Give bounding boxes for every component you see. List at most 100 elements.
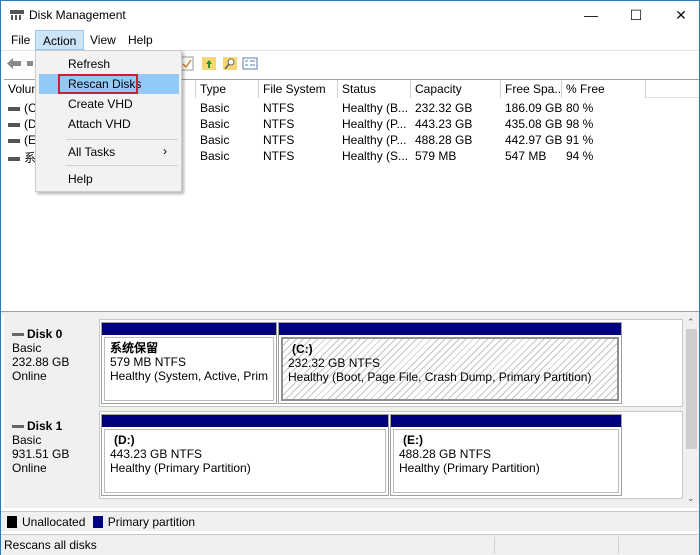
list-view-icon[interactable]	[242, 56, 258, 71]
type-cell: Basic	[200, 117, 230, 131]
partition-body: (D:) 443.23 GB NTFS Healthy (Primary Par…	[104, 429, 386, 493]
annotation-highlight-box	[58, 74, 138, 94]
disk-management-app-icon	[10, 10, 24, 20]
menu-item-create-vhd[interactable]: Create VHD	[39, 94, 179, 114]
partition-size: 443.23 GB NTFS	[110, 447, 203, 461]
legend-label: Primary partition	[107, 515, 196, 529]
partition-e[interactable]: (E:) 488.28 GB NTFS Healthy (Primary Par…	[390, 414, 622, 496]
menu-item-label: All Tasks	[68, 145, 116, 159]
partition-c[interactable]: (C:) 232.32 GB NTFS Healthy (Boot, Page …	[278, 322, 622, 404]
disk-1-info[interactable]: Disk 1 Basic 931.51 GB Online	[6, 411, 98, 497]
disk-graphical-view: Disk 0 Basic 232.88 GB Online 系统保留 579 M…	[4, 315, 684, 508]
disk-view-scrollbar[interactable]: ⌃ ⌄	[684, 315, 699, 508]
type-cell: Basic	[200, 133, 230, 147]
percent-free-cell: 98 %	[566, 117, 594, 131]
status-cell: Healthy (P...	[342, 117, 407, 131]
disk-0-info[interactable]: Disk 0 Basic 232.88 GB Online	[6, 319, 98, 405]
menu-bar: File Action View Help	[1, 29, 699, 50]
disk-name: Disk 1	[27, 419, 63, 433]
status-divider	[618, 537, 619, 554]
title-bar: Disk Management — ☐ ✕	[1, 1, 699, 29]
up-folder-icon[interactable]	[201, 56, 217, 71]
disk-management-window: Disk Management — ☐ ✕ File Action View H…	[0, 0, 700, 555]
fs-cell: NTFS	[263, 101, 295, 115]
action-menu-dropdown: Refresh Rescan Disks Create VHD Attach V…	[35, 50, 182, 192]
partition-name: (C:)	[292, 342, 313, 356]
menu-item-help[interactable]: Help	[39, 169, 179, 189]
menu-item-refresh[interactable]: Refresh	[39, 54, 179, 74]
scroll-up-icon[interactable]: ⌃	[687, 317, 695, 328]
volume-icon	[8, 106, 20, 111]
capacity-cell: 579 MB	[415, 149, 457, 163]
partition-body-selected: (C:) 232.32 GB NTFS Healthy (Boot, Page …	[281, 337, 619, 401]
partition-size: 579 MB NTFS	[110, 355, 187, 369]
maximize-icon: ☐	[629, 6, 643, 23]
scroll-down-icon[interactable]: ⌄	[687, 493, 695, 504]
primary-partition-bar	[391, 415, 621, 427]
partition-name: (D:)	[114, 433, 135, 447]
column-header-capacity[interactable]: Capacity	[411, 80, 501, 98]
legend-bar: Unallocated Primary partition	[1, 511, 699, 531]
fs-cell: NTFS	[263, 117, 295, 131]
partition-system-reserved[interactable]: 系统保留 579 MB NTFS Healthy (System, Active…	[101, 322, 277, 404]
capacity-cell: 232.32 GB	[415, 101, 473, 115]
menu-item-attach-vhd[interactable]: Attach VHD	[39, 114, 179, 134]
capacity-cell: 488.28 GB	[415, 133, 473, 147]
submenu-arrow-icon: ›	[163, 144, 167, 158]
type-cell: Basic	[200, 101, 230, 115]
status-bar: Rescans all disks	[1, 534, 699, 555]
menu-separator	[66, 165, 178, 166]
minimize-button[interactable]: —	[568, 1, 614, 29]
disk-type: Basic	[12, 341, 42, 355]
partition-d[interactable]: (D:) 443.23 GB NTFS Healthy (Primary Par…	[101, 414, 389, 496]
maximize-button[interactable]: ☐	[613, 1, 659, 29]
menu-item-all-tasks[interactable]: All Tasks ›	[39, 142, 179, 162]
status-cell: Healthy (P...	[342, 133, 407, 147]
primary-partition-bar	[102, 323, 276, 335]
free-space-cell: 186.09 GB	[505, 101, 562, 115]
menu-file[interactable]: File	[4, 30, 37, 50]
partition-name: 系统保留	[110, 341, 159, 355]
percent-free-cell: 94 %	[566, 149, 594, 163]
menu-help[interactable]: Help	[121, 30, 160, 50]
primary-partition-swatch	[92, 516, 103, 528]
menu-item-rescan-disks[interactable]: Rescan Disks	[39, 74, 179, 94]
menu-view[interactable]: View	[83, 30, 123, 50]
minimize-icon: —	[584, 7, 598, 23]
volume-icon	[8, 122, 20, 127]
status-cell: Healthy (B...	[342, 101, 409, 115]
close-button[interactable]: ✕	[658, 1, 700, 29]
partition-status: Healthy (System, Active, Primary	[110, 369, 268, 383]
volume-icon	[8, 138, 20, 143]
column-header-free-space[interactable]: Free Spa...	[501, 80, 562, 98]
status-text: Rescans all disks	[4, 538, 97, 552]
capacity-cell: 443.23 GB	[415, 117, 473, 131]
legend-item-primary: Primary partition	[92, 515, 196, 529]
search-folder-icon[interactable]	[222, 56, 238, 71]
disk-name: Disk 0	[27, 327, 63, 341]
menu-action[interactable]: Action	[35, 30, 85, 50]
column-header-type[interactable]: Type	[196, 80, 259, 98]
disk-0-partitions: 系统保留 579 MB NTFS Healthy (System, Active…	[99, 319, 683, 407]
fs-cell: NTFS	[263, 149, 295, 163]
back-arrow-icon[interactable]	[6, 56, 22, 71]
column-header-file-system[interactable]: File System	[259, 80, 338, 98]
disk-1-partitions: (D:) 443.23 GB NTFS Healthy (Primary Par…	[99, 411, 683, 499]
disk-0-title: Disk 0	[12, 327, 92, 341]
column-header-percent-free[interactable]: % Free	[562, 80, 646, 98]
partition-body: (E:) 488.28 GB NTFS Healthy (Primary Par…	[393, 429, 619, 493]
partition-status: Healthy (Primary Partition)	[110, 461, 251, 475]
scrollbar-thumb[interactable]	[686, 329, 697, 449]
percent-free-cell: 91 %	[566, 133, 594, 147]
status-divider	[494, 537, 495, 554]
disk-size: 232.88 GB	[12, 355, 70, 369]
legend-label: Unallocated	[22, 515, 86, 529]
disk-state: Online	[12, 461, 47, 475]
legend-item-unallocated: Unallocated	[7, 515, 85, 529]
disk-size: 931.51 GB	[12, 447, 70, 461]
percent-free-cell: 80 %	[566, 101, 594, 115]
window-title: Disk Management	[29, 8, 126, 22]
type-cell: Basic	[200, 149, 230, 163]
properties-check-icon[interactable]	[180, 56, 196, 71]
column-header-status[interactable]: Status	[338, 80, 411, 98]
